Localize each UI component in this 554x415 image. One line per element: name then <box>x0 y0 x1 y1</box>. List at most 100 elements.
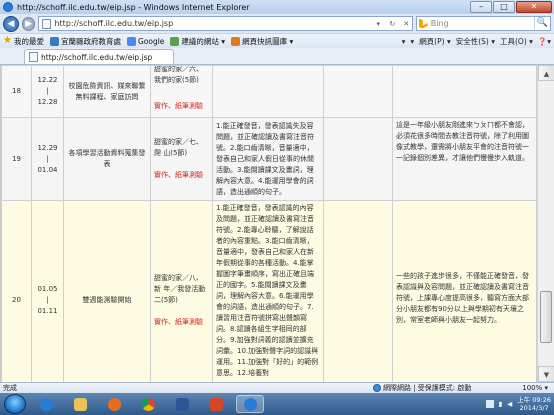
zoom-level[interactable]: 100% ▾ <box>522 384 548 392</box>
taskbar-powerpoint[interactable] <box>202 395 230 413</box>
week-dates: 01.05 | 01.11 <box>31 200 64 382</box>
back-button[interactable]: ◀ <box>3 15 19 32</box>
favorite-item-label: Google <box>137 36 165 46</box>
indicator-cell <box>323 117 393 201</box>
tab-active[interactable]: http://schoff.ilc.edu.tw/eip.jsp <box>24 49 174 64</box>
close-button[interactable]: ✕ <box>516 1 552 13</box>
chrome-icon <box>141 397 155 411</box>
clock-date: 2014/3/7 <box>519 404 549 412</box>
favorite-item-label: 宜蘭縣政府教育處 <box>60 36 121 46</box>
window-controls: – □ ✕ <box>470 1 552 13</box>
topic-cell: 校園危險資訊、媒來聯繫 無料課程、家庭訪問 <box>63 65 151 118</box>
goal-cell <box>212 65 324 118</box>
unit-cell: 甜蜜的家／七、爬 山(5節) 實作、紙筆測驗 <box>150 117 213 201</box>
ie-icon <box>243 397 257 411</box>
home-icon[interactable]: ▾ <box>402 37 406 46</box>
maximize-button[interactable]: □ <box>493 1 515 13</box>
note-cell <box>392 65 537 118</box>
taskbar: ▮ ◀ 上午 09:26 2014/3/7 <box>0 393 554 415</box>
bing-icon <box>418 18 428 29</box>
table-row: 20 01.05 | 01.11 雙週能測驗開始 甜蜜的家／八、新 年／我發活動二(… <box>1 200 537 382</box>
network-icon[interactable]: ▮ <box>499 400 503 408</box>
table-row: 18 12.22 | 12.28 校園危險資訊、媒來聯繫 無料課程、家庭訪問 甜蜜的… <box>1 65 537 118</box>
window-title: http://schoff.ilc.edu.tw/eip.jsp - Windo… <box>17 2 250 12</box>
start-button[interactable] <box>4 394 26 414</box>
table-row: 19 12.29 | 01.04 各項學習活動資料蒐集發表 甜蜜的家／七、爬 山(5… <box>1 117 537 201</box>
media-player-icon <box>107 397 121 411</box>
word-icon <box>175 397 189 411</box>
address-row: ◀ ▶ http://schoff.ilc.edu.tw/eip.jsp ▾ ↻… <box>0 14 554 33</box>
page-menu[interactable]: 網頁(P) ▾ <box>419 36 451 47</box>
taskbar-ie[interactable] <box>32 395 60 413</box>
taskbar-explorer[interactable] <box>66 395 94 413</box>
ie-icon <box>39 397 53 411</box>
tools-menu[interactable]: 工具(O) ▾ <box>500 36 533 47</box>
safety-menu[interactable]: 安全性(S) ▾ <box>456 36 495 47</box>
unit-cell: 甜蜜的家／八、新 年／我發活動二(5節) 實作、紙筆測驗 <box>150 200 213 382</box>
favorite-item-label: 網頁快訊圖庫 ▾ <box>242 36 294 46</box>
status-bar: 完成 網際網路 | 受保護模式: 啟動 100% ▾ <box>0 382 554 393</box>
favorites-button[interactable]: ★ 我的最愛 <box>3 36 44 47</box>
goal-cell: 1.能正確發音，發表認識的內容及問題，並正確認讀及書寫注音符號。2.能專心聆聽，… <box>212 200 324 382</box>
page-content: 18 12.22 | 12.28 校園危險資訊、媒來聯繫 無料課程、家庭訪問 甜蜜的… <box>0 65 554 382</box>
clock[interactable]: 上午 09:26 2014/3/7 <box>517 396 551 412</box>
search-box[interactable]: Bing 🔍 <box>415 16 551 31</box>
tab-page-icon <box>29 52 38 62</box>
zone-label: 網際網路 | 受保護模式: 啟動 <box>383 384 472 392</box>
favorites-bar: ★ 我的最愛 宜蘭縣政府教育處 Google 建議的網站 ▾ 網頁快訊圖庫 ▾ … <box>0 33 554 48</box>
search-placeholder[interactable]: Bing <box>431 19 531 28</box>
address-url[interactable]: http://schoff.ilc.edu.tw/eip.jsp <box>54 19 369 28</box>
scroll-thumb[interactable] <box>540 291 552 343</box>
week-number: 19 <box>1 117 32 201</box>
unit-cell: 甜蜜的家／六、我們的家(5節) 實作、紙筆測驗 <box>150 65 213 118</box>
week-number: 20 <box>1 200 32 382</box>
folder-icon <box>73 397 87 411</box>
web-slice-icon <box>231 36 241 46</box>
favorite-item-google[interactable]: Google <box>126 36 165 46</box>
assessment-tag: 實作、紙筆測驗 <box>154 102 203 110</box>
vertical-scrollbar[interactable]: ▲ ▼ <box>537 65 554 382</box>
volume-icon[interactable]: ◀ <box>507 400 512 408</box>
favorite-item-label: 建議的網站 ▾ <box>181 36 226 46</box>
taskbar-media[interactable] <box>100 395 128 413</box>
note-cell: 一些的孩子進步很多，不僅能正確發音，發表認識與及容問題，並正確認讀及書寫注音符號… <box>392 200 537 382</box>
favorites-star-icon: ★ <box>3 35 12 46</box>
forward-button[interactable]: ▶ <box>21 16 36 31</box>
tab-label: http://schoff.ilc.edu.tw/eip.jsp <box>41 52 153 62</box>
minimize-button[interactable]: – <box>470 1 492 13</box>
scroll-up-icon[interactable]: ▲ <box>538 65 554 81</box>
suggested-sites-icon <box>170 36 180 46</box>
powerpoint-icon <box>209 397 223 411</box>
address-bar[interactable]: http://schoff.ilc.edu.tw/eip.jsp ▾ ↻ ✕ <box>38 16 413 31</box>
week-dates: 12.22 | 12.28 <box>31 65 64 118</box>
status-text: 完成 <box>3 384 17 392</box>
address-dropdown-icon[interactable]: ▾ <box>373 18 384 30</box>
indicator-cell <box>323 200 393 382</box>
action-center-icon[interactable] <box>485 400 494 408</box>
refresh-icon[interactable]: ↻ <box>387 18 398 30</box>
topic-cell: 各項學習活動資料蒐集發表 <box>63 117 151 201</box>
stop-icon[interactable]: ✕ <box>401 18 412 30</box>
favorite-item-webslice[interactable]: 網頁快訊圖庫 ▾ <box>231 36 293 47</box>
taskbar-ie-active[interactable] <box>236 395 264 413</box>
internet-zone-icon <box>373 384 381 392</box>
week-number: 18 <box>1 65 32 118</box>
feeds-icon[interactable]: ▾ <box>410 37 414 46</box>
week-dates: 12.29 | 01.04 <box>31 117 64 201</box>
favorite-item-suggested[interactable]: 建議的網站 ▾ <box>170 36 225 47</box>
ie-icon <box>3 2 13 12</box>
clock-time: 上午 09:26 <box>517 396 551 404</box>
command-bar: ▾ ▾ 網頁(P) ▾ 安全性(S) ▾ 工具(O) ▾ ❓▾ <box>402 34 551 49</box>
page-icon <box>42 18 52 29</box>
favorite-item-edu[interactable]: 宜蘭縣政府教育處 <box>49 36 121 47</box>
search-icon[interactable]: 🔍 <box>534 17 550 30</box>
lesson-plan-table: 18 12.22 | 12.28 校園危險資訊、媒來聯繫 無料課程、家庭訪問 甜蜜的… <box>1 65 537 382</box>
security-zone[interactable]: 網際網路 | 受保護模式: 啟動 <box>373 383 471 393</box>
favorites-label: 我的最愛 <box>13 36 44 46</box>
topic-cell: 雙週能測驗開始 <box>63 200 151 382</box>
scroll-down-icon[interactable]: ▼ <box>538 366 554 382</box>
taskbar-chrome[interactable] <box>134 395 162 413</box>
note-cell: 這是一年級小朋友剛進來ㄅㄆㄇ都不會認，必須花很多時間去教注音符號，除了利用圖像式… <box>392 117 537 201</box>
taskbar-word[interactable] <box>168 395 196 413</box>
help-icon[interactable]: ❓▾ <box>538 37 551 46</box>
